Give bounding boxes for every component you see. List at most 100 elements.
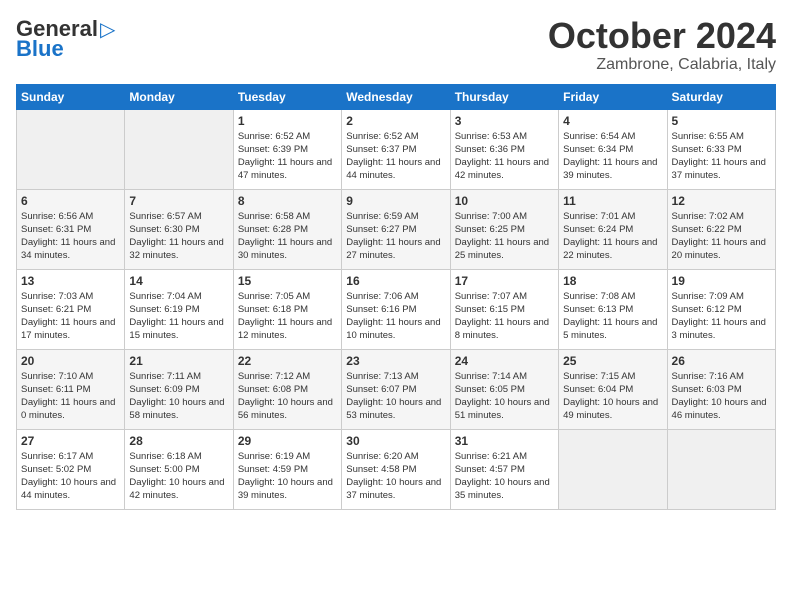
day-info: Sunrise: 7:02 AMSunset: 6:22 PMDaylight:… [672, 210, 771, 263]
calendar-cell: 24Sunrise: 7:14 AMSunset: 6:05 PMDayligh… [450, 349, 558, 429]
calendar-cell: 26Sunrise: 7:16 AMSunset: 6:03 PMDayligh… [667, 349, 775, 429]
calendar-cell: 11 Sunrise: 7:01 AMSunset: 6:24 PMDayligh… [559, 189, 667, 269]
calendar-header: General ▷ Blue October 2024 Zambrone, Ca… [16, 16, 776, 74]
calendar-cell [559, 429, 667, 509]
day-number: 9 [346, 194, 445, 208]
day-info: Sunrise: 7:08 AMSunset: 6:13 PMDaylight:… [563, 290, 662, 343]
day-info: Sunrise: 6:19 AMSunset: 4:59 PMDaylight:… [238, 450, 337, 503]
day-info: Sunrise: 6:21 AMSunset: 4:57 PMDaylight:… [455, 450, 554, 503]
calendar-cell: 3 Sunrise: 6:53 AMSunset: 6:36 PMDaylight… [450, 109, 558, 189]
logo: General ▷ Blue [16, 16, 115, 62]
day-number: 14 [129, 274, 228, 288]
day-number: 19 [672, 274, 771, 288]
day-info: Sunrise: 7:10 AMSunset: 6:11 PMDaylight:… [21, 370, 120, 423]
calendar-cell: 1 Sunrise: 6:52 AMSunset: 6:39 PMDaylight… [233, 109, 341, 189]
day-number: 23 [346, 354, 445, 368]
day-number: 3 [455, 114, 554, 128]
calendar-header-row: SundayMondayTuesdayWednesdayThursdayFrid… [17, 84, 776, 109]
day-info: Sunrise: 6:52 AMSunset: 6:39 PMDaylight:… [238, 130, 337, 183]
day-number: 16 [346, 274, 445, 288]
day-number: 8 [238, 194, 337, 208]
calendar-cell: 4 Sunrise: 6:54 AMSunset: 6:34 PMDaylight… [559, 109, 667, 189]
day-info: Sunrise: 6:55 AMSunset: 6:33 PMDaylight:… [672, 130, 771, 183]
day-info: Sunrise: 6:52 AMSunset: 6:37 PMDaylight:… [346, 130, 445, 183]
day-info: Sunrise: 6:59 AMSunset: 6:27 PMDaylight:… [346, 210, 445, 263]
calendar-container: General ▷ Blue October 2024 Zambrone, Ca… [0, 0, 792, 518]
day-info: Sunrise: 7:06 AMSunset: 6:16 PMDaylight:… [346, 290, 445, 343]
day-info: Sunrise: 6:58 AMSunset: 6:28 PMDaylight:… [238, 210, 337, 263]
day-info: Sunrise: 7:09 AMSunset: 6:12 PMDaylight:… [672, 290, 771, 343]
title-block: October 2024 Zambrone, Calabria, Italy [548, 16, 776, 74]
day-number: 11 [563, 194, 662, 208]
day-number: 13 [21, 274, 120, 288]
calendar-cell: 7 Sunrise: 6:57 AMSunset: 6:30 PMDaylight… [125, 189, 233, 269]
day-header-monday: Monday [125, 84, 233, 109]
day-info: Sunrise: 6:53 AMSunset: 6:36 PMDaylight:… [455, 130, 554, 183]
day-info: Sunrise: 6:54 AMSunset: 6:34 PMDaylight:… [563, 130, 662, 183]
calendar-cell: 23 Sunrise: 7:13 AMSunset: 6:07 PMDayligh… [342, 349, 450, 429]
day-info: Sunrise: 7:01 AMSunset: 6:24 PMDaylight:… [563, 210, 662, 263]
day-number: 27 [21, 434, 120, 448]
calendar-cell: 8 Sunrise: 6:58 AMSunset: 6:28 PMDaylight… [233, 189, 341, 269]
calendar-cell: 13 Sunrise: 7:03 AMSunset: 6:21 PMDayligh… [17, 269, 125, 349]
calendar-cell: 16 Sunrise: 7:06 AMSunset: 6:16 PMDayligh… [342, 269, 450, 349]
day-info: Sunrise: 7:13 AMSunset: 6:07 PMDaylight:… [346, 370, 445, 423]
calendar-cell [17, 109, 125, 189]
calendar-cell: 5 Sunrise: 6:55 AMSunset: 6:33 PMDaylight… [667, 109, 775, 189]
day-header-saturday: Saturday [667, 84, 775, 109]
day-info: Sunrise: 7:11 AMSunset: 6:09 PMDaylight:… [129, 370, 228, 423]
day-header-thursday: Thursday [450, 84, 558, 109]
day-number: 26 [672, 354, 771, 368]
day-info: Sunrise: 6:56 AMSunset: 6:31 PMDaylight:… [21, 210, 120, 263]
logo-blue-text: Blue [16, 36, 64, 62]
calendar-week-4: 20 Sunrise: 7:10 AMSunset: 6:11 PMDayligh… [17, 349, 776, 429]
day-header-tuesday: Tuesday [233, 84, 341, 109]
day-info: Sunrise: 7:04 AMSunset: 6:19 PMDaylight:… [129, 290, 228, 343]
calendar-week-3: 13 Sunrise: 7:03 AMSunset: 6:21 PMDayligh… [17, 269, 776, 349]
calendar-week-2: 6 Sunrise: 6:56 AMSunset: 6:31 PMDaylight… [17, 189, 776, 269]
day-number: 25 [563, 354, 662, 368]
day-number: 20 [21, 354, 120, 368]
day-number: 1 [238, 114, 337, 128]
day-header-sunday: Sunday [17, 84, 125, 109]
month-title: October 2024 [548, 16, 776, 56]
day-info: Sunrise: 6:20 AMSunset: 4:58 PMDaylight:… [346, 450, 445, 503]
day-number: 18 [563, 274, 662, 288]
day-header-wednesday: Wednesday [342, 84, 450, 109]
day-number: 15 [238, 274, 337, 288]
day-number: 5 [672, 114, 771, 128]
day-number: 2 [346, 114, 445, 128]
calendar-cell: 19 Sunrise: 7:09 AMSunset: 6:12 PMDayligh… [667, 269, 775, 349]
day-number: 17 [455, 274, 554, 288]
day-number: 12 [672, 194, 771, 208]
day-number: 24 [455, 354, 554, 368]
calendar-cell: 6 Sunrise: 6:56 AMSunset: 6:31 PMDaylight… [17, 189, 125, 269]
day-info: Sunrise: 6:57 AMSunset: 6:30 PMDaylight:… [129, 210, 228, 263]
calendar-cell: 15 Sunrise: 7:05 AMSunset: 6:18 PMDayligh… [233, 269, 341, 349]
calendar-cell: 14 Sunrise: 7:04 AMSunset: 6:19 PMDayligh… [125, 269, 233, 349]
calendar-cell [125, 109, 233, 189]
day-number: 7 [129, 194, 228, 208]
day-info: Sunrise: 7:05 AMSunset: 6:18 PMDaylight:… [238, 290, 337, 343]
calendar-cell: 27 Sunrise: 6:17 AMSunset: 5:02 PMDayligh… [17, 429, 125, 509]
calendar-cell: 10Sunrise: 7:00 AMSunset: 6:25 PMDayligh… [450, 189, 558, 269]
calendar-cell: 12 Sunrise: 7:02 AMSunset: 6:22 PMDayligh… [667, 189, 775, 269]
calendar-cell: 17 Sunrise: 7:07 AMSunset: 6:15 PMDayligh… [450, 269, 558, 349]
day-info: Sunrise: 7:03 AMSunset: 6:21 PMDaylight:… [21, 290, 120, 343]
calendar-cell: 21Sunrise: 7:11 AMSunset: 6:09 PMDayligh… [125, 349, 233, 429]
calendar-cell: 22Sunrise: 7:12 AMSunset: 6:08 PMDayligh… [233, 349, 341, 429]
day-info: Sunrise: 7:07 AMSunset: 6:15 PMDaylight:… [455, 290, 554, 343]
calendar-week-1: 1 Sunrise: 6:52 AMSunset: 6:39 PMDaylight… [17, 109, 776, 189]
day-info: Sunrise: 6:18 AMSunset: 5:00 PMDaylight:… [129, 450, 228, 503]
day-number: 6 [21, 194, 120, 208]
calendar-cell: 20 Sunrise: 7:10 AMSunset: 6:11 PMDayligh… [17, 349, 125, 429]
calendar-week-5: 27 Sunrise: 6:17 AMSunset: 5:02 PMDayligh… [17, 429, 776, 509]
calendar-cell: 30Sunrise: 6:20 AMSunset: 4:58 PMDayligh… [342, 429, 450, 509]
location: Zambrone, Calabria, Italy [548, 56, 776, 74]
day-info: Sunrise: 7:00 AMSunset: 6:25 PMDaylight:… [455, 210, 554, 263]
day-number: 4 [563, 114, 662, 128]
day-info: Sunrise: 6:17 AMSunset: 5:02 PMDaylight:… [21, 450, 120, 503]
calendar-cell: 18 Sunrise: 7:08 AMSunset: 6:13 PMDayligh… [559, 269, 667, 349]
calendar-cell: 9 Sunrise: 6:59 AMSunset: 6:27 PMDaylight… [342, 189, 450, 269]
day-info: Sunrise: 7:12 AMSunset: 6:08 PMDaylight:… [238, 370, 337, 423]
